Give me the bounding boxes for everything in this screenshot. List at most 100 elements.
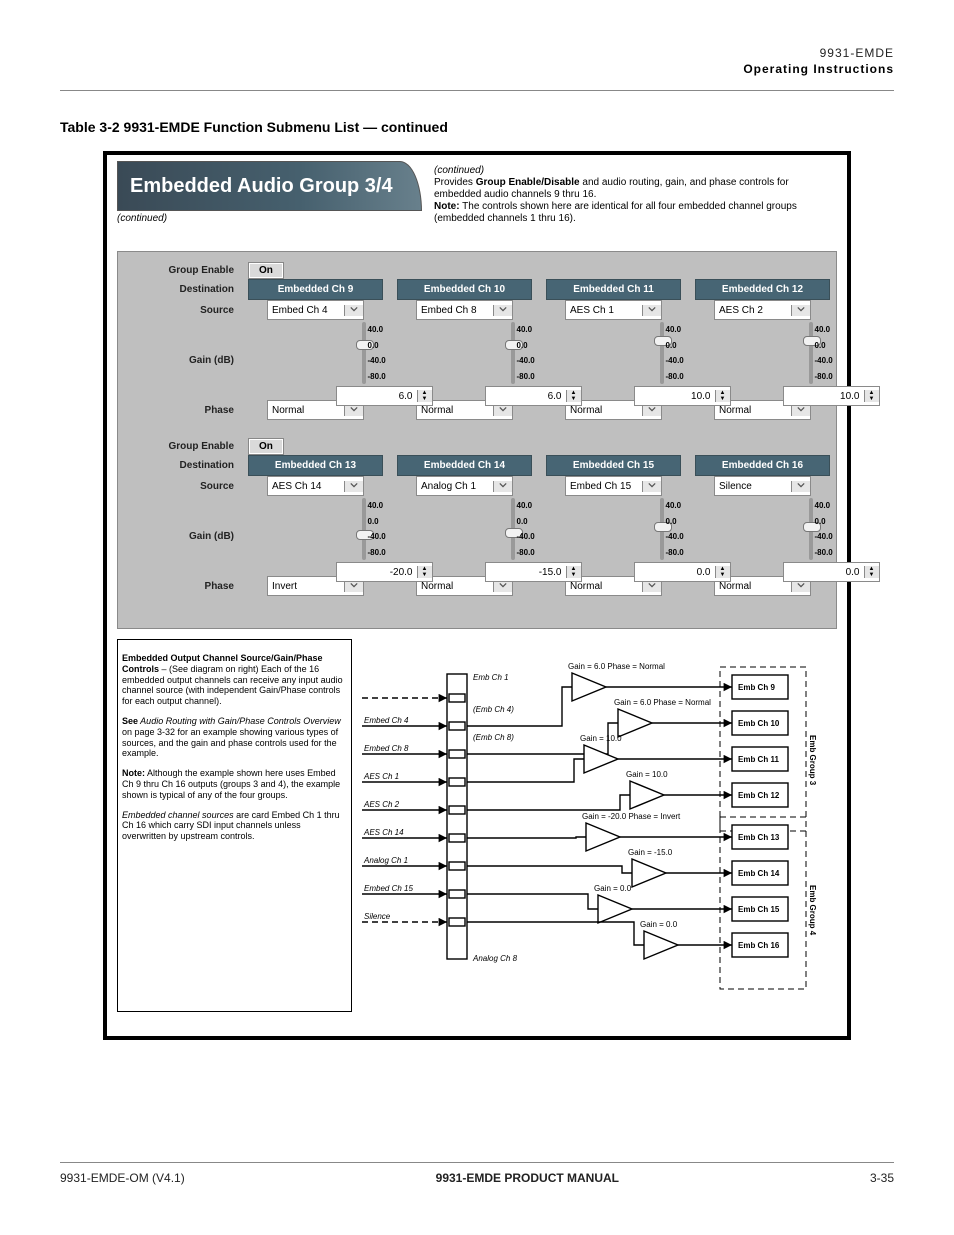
label-source: Source: [124, 305, 234, 316]
label-gain: Gain (dB): [124, 355, 234, 366]
chevron-down-icon: [344, 581, 363, 592]
tab-row: Embedded Audio Group 3/4 (continued) (co…: [117, 161, 837, 229]
chevron-down-icon: [493, 581, 512, 592]
svg-text:Embed Ch 8: Embed Ch 8: [364, 744, 409, 753]
page-header: 9931-EMDE Operating Instructions: [60, 40, 894, 91]
gain-stepper[interactable]: 10.0 ▲▼: [634, 386, 731, 406]
label-phase: Phase: [124, 405, 234, 416]
main-box: Embedded Audio Group 3/4 (continued) (co…: [103, 151, 851, 1040]
label-destination: Destination: [124, 460, 234, 471]
destination-header: Embedded Ch 16: [695, 455, 830, 476]
footer-rev: 9931-EMDE-OM (V4.1): [60, 1171, 185, 1185]
svg-text:Gain = -20.0 Phase = Invert: Gain = -20.0 Phase = Invert: [582, 812, 681, 821]
svg-text:Analog Ch 1: Analog Ch 1: [363, 856, 408, 865]
svg-text:AES Ch 1: AES Ch 1: [363, 772, 399, 781]
chevron-down-icon: [642, 305, 661, 316]
chevron-down-icon: [642, 405, 661, 416]
chevron-down-icon: [344, 405, 363, 416]
svg-text:Gain = 10.0: Gain = 10.0: [580, 734, 622, 743]
destination-header: Embedded Ch 10: [397, 279, 532, 300]
chevron-down-icon: [493, 305, 512, 316]
chevron-down-icon: [642, 581, 661, 592]
chevron-down-icon: [791, 405, 810, 416]
footer-page: 3-35: [870, 1171, 894, 1185]
gain-stepper[interactable]: 6.0 ▲▼: [336, 386, 433, 406]
source-select[interactable]: Silence: [714, 476, 811, 496]
svg-text:Gain = 10.0: Gain = 10.0: [626, 770, 668, 779]
destination-header: Embedded Ch 11: [546, 279, 681, 300]
label-gain: Gain (dB): [124, 531, 234, 542]
svg-text:Emb Ch 14: Emb Ch 14: [738, 869, 780, 878]
source-select[interactable]: Analog Ch 1: [416, 476, 513, 496]
destination-header: Embedded Ch 13: [248, 455, 383, 476]
group-enable-toggle[interactable]: On: [248, 438, 284, 455]
svg-text:Gain = 0.0: Gain = 0.0: [594, 884, 632, 893]
stepper-icon: ▲▼: [417, 390, 432, 402]
chevron-down-icon: [344, 305, 363, 316]
svg-text:Emb Ch 1: Emb Ch 1: [473, 673, 509, 682]
tab-label: Embedded Audio Group 3/4: [130, 175, 393, 198]
svg-text:Gain = 6.0 Phase = Normal: Gain = 6.0 Phase = Normal: [614, 698, 711, 707]
stepper-icon: ▲▼: [566, 390, 581, 402]
gain-stepper[interactable]: -15.0 ▲▼: [485, 562, 582, 582]
svg-text:Emb Ch 15: Emb Ch 15: [738, 905, 780, 914]
svg-text:Gain = 0.0: Gain = 0.0: [640, 920, 678, 929]
svg-text:Embed Ch 15: Embed Ch 15: [364, 884, 413, 893]
svg-text:(Emb Ch 8): (Emb Ch 8): [473, 733, 514, 742]
svg-text:Emb Ch 13: Emb Ch 13: [738, 833, 780, 842]
source-select[interactable]: AES Ch 14: [267, 476, 364, 496]
stepper-icon: ▲▼: [566, 566, 581, 578]
chevron-down-icon: [344, 481, 363, 492]
legend-box: Embedded Output Channel Source/Gain/Phas…: [117, 639, 352, 1012]
svg-text:Emb Group 3: Emb Group 3: [808, 735, 817, 786]
svg-text:Emb Ch 9: Emb Ch 9: [738, 683, 775, 692]
stepper-icon: ▲▼: [864, 566, 879, 578]
svg-text:Embed Ch 4: Embed Ch 4: [364, 716, 409, 725]
doc-title: Operating Instructions: [743, 62, 894, 76]
svg-text:Gain = -15.0: Gain = -15.0: [628, 848, 673, 857]
source-select[interactable]: AES Ch 1: [565, 300, 662, 320]
chevron-down-icon: [791, 581, 810, 592]
chevron-down-icon: [493, 405, 512, 416]
chevron-down-icon: [493, 481, 512, 492]
page: 9931-EMDE Operating Instructions Table 3…: [0, 0, 954, 1235]
gain-stepper[interactable]: 0.0 ▲▼: [634, 562, 731, 582]
source-select[interactable]: AES Ch 2: [714, 300, 811, 320]
group-enable-toggle[interactable]: On: [248, 262, 284, 279]
source-select[interactable]: Embed Ch 15: [565, 476, 662, 496]
label-source: Source: [124, 481, 234, 492]
diagram-area: Embedded Output Channel Source/Gain/Phas…: [117, 639, 837, 1012]
footer-title: 9931-EMDE PRODUCT MANUAL: [60, 1171, 894, 1185]
chevron-down-icon: [642, 481, 661, 492]
source-select[interactable]: Embed Ch 8: [416, 300, 513, 320]
gain-stepper[interactable]: 0.0 ▲▼: [783, 562, 880, 582]
gain-stepper[interactable]: 6.0 ▲▼: [485, 386, 582, 406]
label-phase: Phase: [124, 581, 234, 592]
svg-text:AES Ch 14: AES Ch 14: [363, 828, 404, 837]
destination-header: Embedded Ch 9: [248, 279, 383, 300]
svg-text:Emb Group 4: Emb Group 4: [808, 885, 817, 936]
doc-model: 9931-EMDE: [820, 46, 894, 60]
svg-text:(Emb Ch 4): (Emb Ch 4): [473, 705, 514, 714]
svg-text:Silence: Silence: [364, 912, 391, 921]
audio-panel: Group EnableOnDestinationEmbedded Ch 9Em…: [117, 251, 837, 629]
page-footer: 9931-EMDE-OM (V4.1) 3-35 9931-EMDE PRODU…: [60, 1162, 894, 1185]
stepper-icon: ▲▼: [864, 390, 879, 402]
svg-text:Emb Ch 10: Emb Ch 10: [738, 719, 780, 728]
svg-text:Emb Ch 16: Emb Ch 16: [738, 941, 780, 950]
stepper-icon: ▲▼: [417, 566, 432, 578]
source-select[interactable]: Embed Ch 4: [267, 300, 364, 320]
svg-text:Gain = 6.0 Phase = Normal: Gain = 6.0 Phase = Normal: [568, 662, 665, 671]
label-group-enable: Group Enable: [124, 265, 234, 276]
chevron-down-icon: [791, 481, 810, 492]
label-destination: Destination: [124, 284, 234, 295]
gain-stepper[interactable]: 10.0 ▲▼: [783, 386, 880, 406]
destination-header: Embedded Ch 14: [397, 455, 532, 476]
label-group-enable: Group Enable: [124, 441, 234, 452]
stepper-icon: ▲▼: [715, 390, 730, 402]
gain-stepper[interactable]: -20.0 ▲▼: [336, 562, 433, 582]
tab-image: Embedded Audio Group 3/4 (continued): [117, 161, 422, 211]
destination-header: Embedded Ch 15: [546, 455, 681, 476]
destination-header: Embedded Ch 12: [695, 279, 830, 300]
routing-diagram: Emb Ch 1(Emb Ch 4)(Emb Ch 8)Analog Ch 8E…: [352, 639, 822, 1009]
